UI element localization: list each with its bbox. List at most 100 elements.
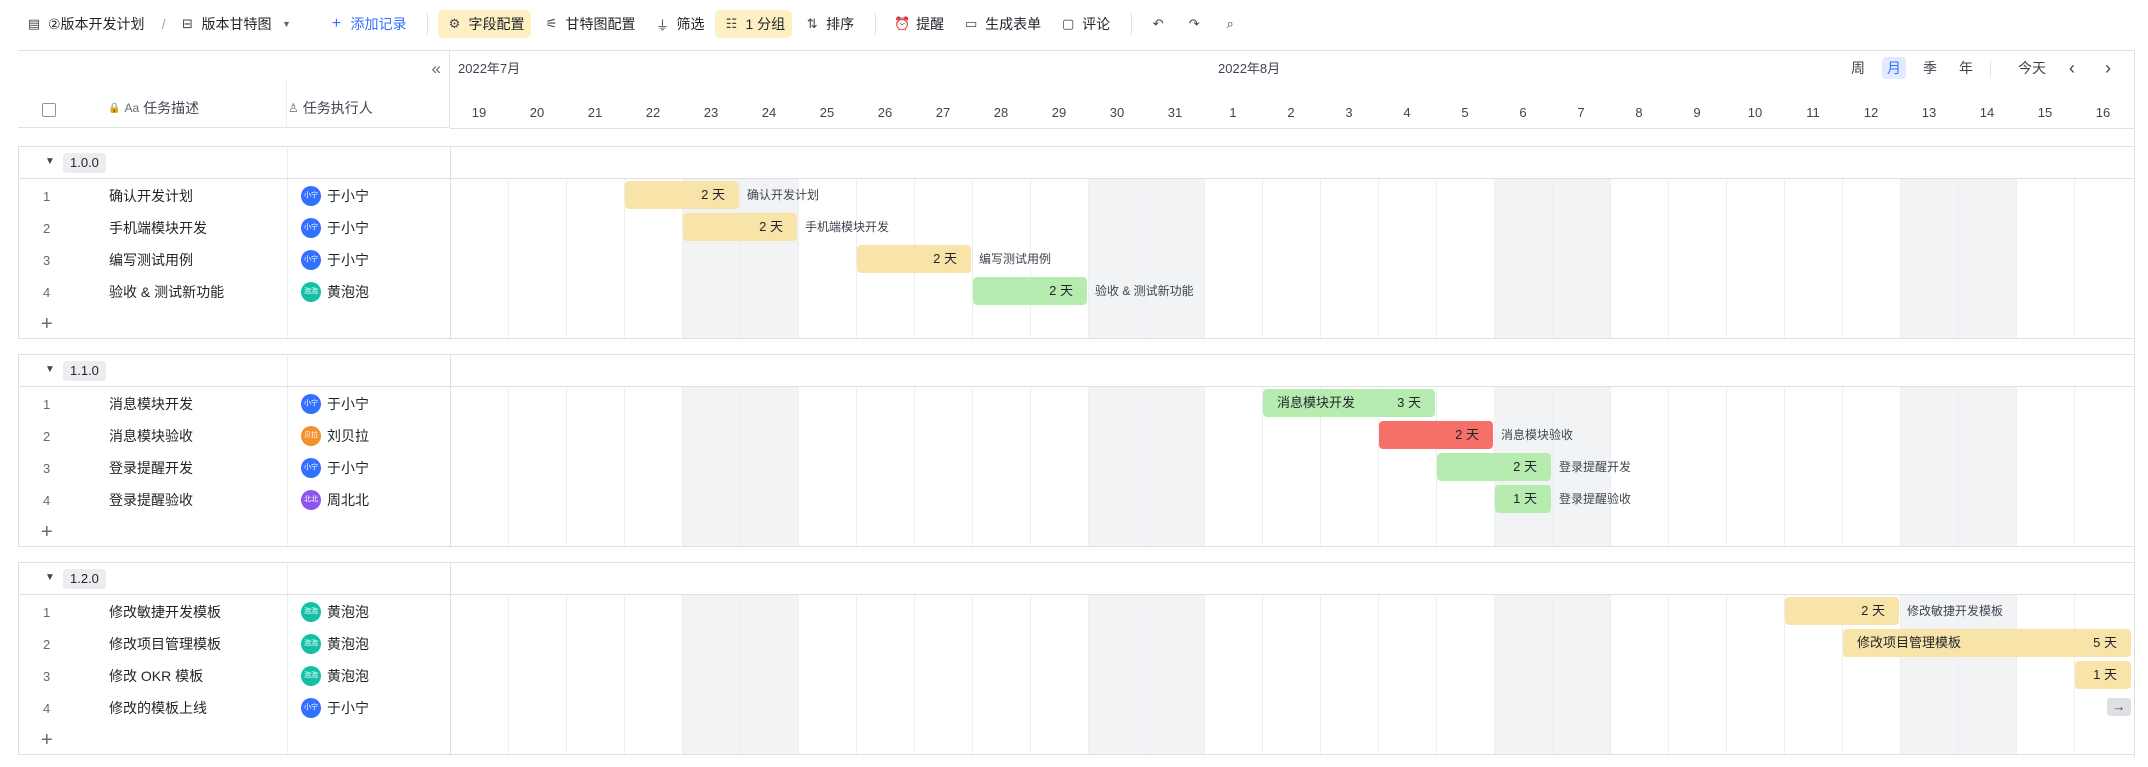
add-record-button[interactable]: + 添加记录	[320, 10, 413, 38]
task-description[interactable]: 消息模块开发	[109, 394, 193, 414]
bar-title: 消息模块验收	[1501, 428, 1574, 442]
undo-button[interactable]: ↶	[1142, 10, 1174, 38]
reminder-button[interactable]: ⏰ 提醒	[886, 10, 951, 38]
caret-down-icon[interactable]: ▼	[45, 364, 55, 375]
task-description[interactable]: 手机端模块开发	[109, 218, 207, 238]
bar-title: 消息模块开发	[1277, 395, 1356, 410]
comment-button[interactable]: ▢ 评论	[1052, 10, 1117, 38]
month-label: 2022年8月	[1218, 61, 1281, 76]
task-description[interactable]: 确认开发计划	[109, 186, 193, 206]
table-row[interactable]: 2 手机端模块开发 小宁 于小宁	[19, 212, 451, 244]
task-description[interactable]: 登录提醒开发	[109, 458, 193, 478]
table-row[interactable]: 1 确认开发计划 小宁 于小宁	[19, 180, 451, 212]
breadcrumb-separator: /	[161, 16, 166, 32]
task-description[interactable]: 修改项目管理模板	[109, 634, 221, 654]
task-owner[interactable]: 小宁 于小宁	[301, 186, 369, 206]
task-owner[interactable]: 小宁 于小宁	[301, 250, 369, 270]
task-owner[interactable]: 小宁 于小宁	[301, 394, 369, 414]
task-owner[interactable]: 贝拉 刘贝拉	[301, 426, 369, 446]
search-button[interactable]: ⌕	[1214, 10, 1246, 38]
day-label: 8	[1635, 105, 1643, 120]
caret-down-icon[interactable]: ▼	[45, 156, 55, 167]
form-button[interactable]: ▭ 生成表单	[955, 10, 1048, 38]
gantt-bar[interactable]: 1 天	[2075, 661, 2131, 689]
zoom-quarter[interactable]: 季	[1918, 57, 1942, 79]
chevron-down-icon: ▼	[281, 19, 291, 29]
zoom-week[interactable]: 周	[1846, 57, 1870, 79]
gantt-bar[interactable]: 1 天	[1495, 485, 1551, 513]
next-icon[interactable]: ›	[2096, 57, 2120, 79]
column-header-task[interactable]: 🔒 Aa 任务描述	[108, 98, 199, 118]
gantt-config-button[interactable]: ⚟ 甘特图配置	[535, 10, 642, 38]
table-row[interactable]: 4 验收 & 测试新功能 泡泡 黄泡泡	[19, 276, 451, 308]
gantt-bar[interactable]: 3 天 消息模块开发	[1263, 389, 1435, 417]
gantt-bar[interactable]: 2 天	[1379, 421, 1493, 449]
sort-label: 排序	[826, 16, 855, 32]
task-description[interactable]: 登录提醒验收	[109, 490, 193, 510]
redo-button[interactable]: ↷	[1178, 10, 1210, 38]
person-icon: ♙	[288, 101, 299, 115]
task-owner[interactable]: 小宁 于小宁	[301, 698, 369, 718]
table-row[interactable]: 3 登录提醒开发 小宁 于小宁	[19, 452, 451, 484]
task-description[interactable]: 修改的模板上线	[109, 698, 207, 718]
prev-icon[interactable]: ‹	[2060, 57, 2084, 79]
today-button[interactable]: 今天	[2012, 57, 2052, 79]
day-label: 24	[761, 105, 777, 120]
task-owner[interactable]: 泡泡 黄泡泡	[301, 282, 369, 302]
gantt-bar[interactable]: 2 天	[625, 181, 739, 209]
group-button[interactable]: ☷ 1 分组	[715, 10, 793, 38]
group-header[interactable]: ▼ 1.1.0	[19, 355, 2134, 387]
bar-title: 确认开发计划	[747, 188, 820, 202]
select-all-checkbox[interactable]	[42, 103, 56, 117]
add-row-button[interactable]: +	[19, 724, 451, 756]
caret-down-icon[interactable]: ▼	[45, 572, 55, 583]
row-number: 2	[43, 428, 51, 444]
gantt-bar[interactable]: 2 天	[973, 277, 1087, 305]
collapse-panel-icon[interactable]: «	[432, 59, 441, 79]
field-config-label: 字段配置	[468, 16, 525, 32]
table-row[interactable]: 2 消息模块验收 贝拉 刘贝拉	[19, 420, 451, 452]
task-owner[interactable]: 小宁 于小宁	[301, 218, 369, 238]
filter-button[interactable]: ⏚ 筛选	[646, 10, 711, 38]
zoom-year[interactable]: 年	[1954, 57, 1978, 79]
table-row[interactable]: 3 修改 OKR 模板 泡泡 黄泡泡	[19, 660, 451, 692]
group-section: ▼ 1.0.0 1 确认开发计划 小宁 于小宁 2 手机端模块开发 小宁 于小宁 3 编写测试用例 小宁…	[18, 146, 2135, 339]
task-owner[interactable]: 泡泡 黄泡泡	[301, 602, 369, 622]
table-row[interactable]: 3 编写测试用例 小宁 于小宁	[19, 244, 451, 276]
table-row[interactable]: 1 消息模块开发 小宁 于小宁	[19, 388, 451, 420]
scroll-right-button[interactable]: →	[2107, 698, 2131, 716]
task-owner[interactable]: 泡泡 黄泡泡	[301, 666, 369, 686]
zoom-month[interactable]: 月	[1882, 57, 1906, 79]
gantt-bar[interactable]: 2 天	[857, 245, 971, 273]
add-row-button[interactable]: +	[19, 516, 451, 548]
task-description[interactable]: 修改敏捷开发模板	[109, 602, 221, 622]
gantt-bar[interactable]: 2 天	[1785, 597, 1899, 625]
toolbar-divider	[1131, 13, 1133, 35]
gantt-bar[interactable]: 2 天	[683, 213, 797, 241]
task-owner[interactable]: 北北 周北北	[301, 490, 369, 510]
task-description[interactable]: 修改 OKR 模板	[109, 666, 203, 686]
task-description[interactable]: 验收 & 测试新功能	[109, 282, 224, 302]
field-config-button[interactable]: ⚙ 字段配置	[438, 10, 532, 38]
table-row[interactable]: 1 修改敏捷开发模板 泡泡 黄泡泡	[19, 596, 451, 628]
task-description[interactable]: 编写测试用例	[109, 250, 193, 270]
column-header-owner[interactable]: ♙ 任务执行人	[288, 98, 373, 118]
doc-title[interactable]: ▤ ②版本开发计划	[18, 10, 152, 38]
group-header[interactable]: ▼ 1.0.0	[19, 147, 2134, 179]
table-row[interactable]: 4 修改的模板上线 小宁 于小宁	[19, 692, 451, 724]
group-label: 1.2.0	[63, 569, 106, 589]
gantt-bar[interactable]: 2 天	[1437, 453, 1551, 481]
day-label: 9	[1693, 105, 1701, 120]
row-number: 1	[43, 604, 51, 620]
avatar: 小宁	[301, 394, 321, 414]
task-description[interactable]: 消息模块验收	[109, 426, 193, 446]
view-switcher[interactable]: ⊟ 版本甘特图 ▼	[171, 10, 302, 38]
table-row[interactable]: 2 修改项目管理模板 泡泡 黄泡泡	[19, 628, 451, 660]
task-owner[interactable]: 泡泡 黄泡泡	[301, 634, 369, 654]
table-row[interactable]: 4 登录提醒验收 北北 周北北	[19, 484, 451, 516]
gantt-bar[interactable]: 5 天 修改项目管理模板	[1843, 629, 2131, 657]
task-owner[interactable]: 小宁 于小宁	[301, 458, 369, 478]
group-header[interactable]: ▼ 1.2.0	[19, 563, 2134, 595]
add-row-button[interactable]: +	[19, 308, 451, 340]
sort-button[interactable]: ⇅ 排序	[796, 10, 861, 38]
